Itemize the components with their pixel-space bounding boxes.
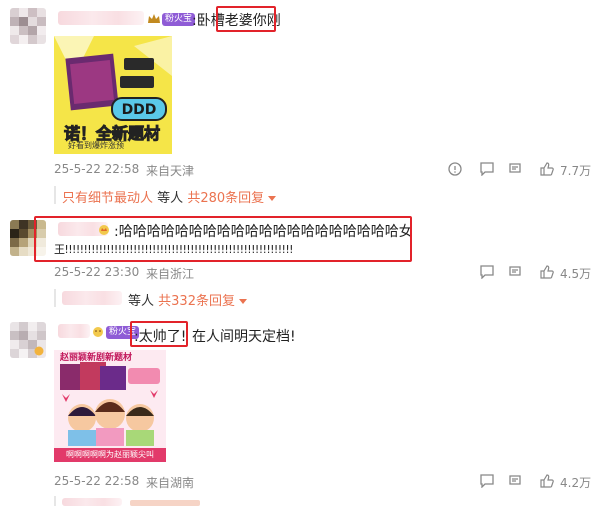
reply-thread-bar [54,186,56,204]
reply-author-blurred[interactable] [62,498,122,506]
highlight-box [34,216,412,262]
like-count: 4.5万 [560,267,592,281]
fan-cheer-graphic [54,350,166,462]
reply-thread-bar [54,289,56,307]
reply-icon[interactable] [508,162,522,176]
username-blurred[interactable] [58,11,144,25]
like-icon[interactable] [540,474,554,488]
reply-summary[interactable]: 等人 共332条回复 [128,290,247,309]
comment-image[interactable]: 赵丽颖新剧新题材 啊啊啊啊啊为赵丽颖尖叫 [54,350,166,462]
image-title: 赵丽颖新剧新题材 [60,353,133,363]
username-blurred[interactable] [58,324,90,338]
comment-date: 25-5-22 22:58 [54,162,140,176]
image-subcaption: 好看到爆炸涨预 [68,141,124,150]
like-count: 4.2万 [560,476,592,490]
comment-icon[interactable] [480,265,494,279]
comment-location: 来自湖南 [146,476,195,490]
crown-icon [148,14,160,23]
like-count: 7.7万 [560,164,592,178]
image-caption: 啊啊啊啊啊为赵丽颖尖叫 [54,448,166,462]
reply-summary[interactable]: 只有细节最动人 等人 共280条回复 [62,187,277,206]
reply-thread-bar [54,496,56,506]
comment-image[interactable]: DDD 诺！全新题材 好看到爆炸涨预 [54,36,172,154]
reply-total-link[interactable]: 共332条回复 [158,294,235,309]
comment-location: 来自浙江 [146,267,195,281]
like-icon[interactable] [540,162,554,176]
reply-total-link[interactable]: 共280条回复 [187,191,264,206]
comment-date: 25-5-22 22:58 [54,474,140,488]
comment-location: 来自天津 [146,164,195,178]
comment-icon[interactable] [480,162,494,176]
highlight-box [216,6,276,32]
emoji-icon [93,327,103,337]
reply-summary-cut[interactable] [130,500,200,506]
reply-etc: 等人 [128,294,155,309]
like-icon[interactable] [540,265,554,279]
comment-icon[interactable] [480,474,494,488]
reply-icon[interactable] [508,474,522,488]
reply-author[interactable]: 只有细节最动人 [62,191,153,206]
reply-icon[interactable] [508,265,522,279]
comment-text: 在人间明天定档! [192,329,296,345]
reply-author-blurred[interactable] [62,291,122,305]
reply-etc: 等人 [157,191,184,206]
highlight-box [130,321,188,347]
caret-down-icon [238,299,247,304]
svg-text:DDD: DDD [122,102,157,118]
fan-badge: 粉火宝 [162,13,196,26]
avatar[interactable] [10,8,46,44]
caret-down-icon [268,196,277,201]
verified-icon [34,346,44,356]
comment-date: 25-5-22 23:30 [54,265,140,279]
share-icon[interactable] [448,162,462,176]
